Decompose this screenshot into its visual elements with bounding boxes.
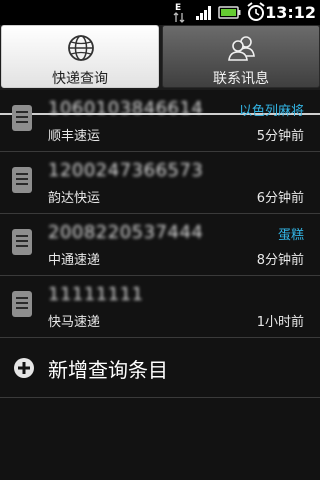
signal-icon [194,0,214,25]
document-icon [11,166,33,194]
add-query-button[interactable]: 新增查询条目 [0,338,320,398]
tab-label: 快递查询 [52,71,108,87]
document-icon [11,290,33,318]
tab-contact-info[interactable]: 联系讯息 [162,25,320,88]
tracking-number: 1060103846614 [48,98,204,119]
tracking-number: 1200247366573 [48,160,204,181]
tracking-number: 11111111 [48,284,144,305]
document-icon [11,228,33,256]
data-e-icon: E [172,0,188,25]
status-bar: E 13:12 [0,0,320,25]
globe-icon [65,32,97,64]
list-item[interactable]: 1060103846614 以色列麻将 顺丰速运 5分钟前 [0,90,320,152]
time-ago: 1小时前 [256,315,304,330]
carrier-name: 中通速递 [48,253,101,268]
carrier-name: 快马速递 [48,315,101,330]
query-list: 1060103846614 以色列麻将 顺丰速运 5分钟前 1200247366… [0,90,320,398]
clock: 13:12 [265,3,316,22]
time-ago: 5分钟前 [256,129,304,144]
tracking-number: 2008220537444 [48,222,204,243]
carrier-name: 顺丰速运 [48,129,101,144]
list-item[interactable]: 1200247366573 韵达快运 6分钟前 [0,152,320,214]
list-item[interactable]: 2008220537444 蛋糕 中通速递 8分钟前 [0,214,320,276]
carrier-name: 韵达快运 [48,191,101,206]
alarm-clock-icon [246,0,266,25]
document-icon [11,104,33,132]
add-query-label: 新增查询条目 [48,358,168,382]
list-item[interactable]: 11111111 快马速递 1小时前 [0,276,320,338]
plus-icon [13,357,35,379]
contacts-icon [226,32,258,64]
tab-label: 联系讯息 [213,71,269,87]
tab-express-query[interactable]: 快递查询 [1,25,159,88]
svg-text:E: E [175,3,181,13]
item-note: 蛋糕 [277,228,304,243]
item-note: 以色列麻将 [238,104,304,119]
battery-icon [218,0,242,25]
time-ago: 6分钟前 [256,191,304,206]
tab-bar: 快递查询 联系讯息 [0,25,320,115]
time-ago: 8分钟前 [256,253,304,268]
